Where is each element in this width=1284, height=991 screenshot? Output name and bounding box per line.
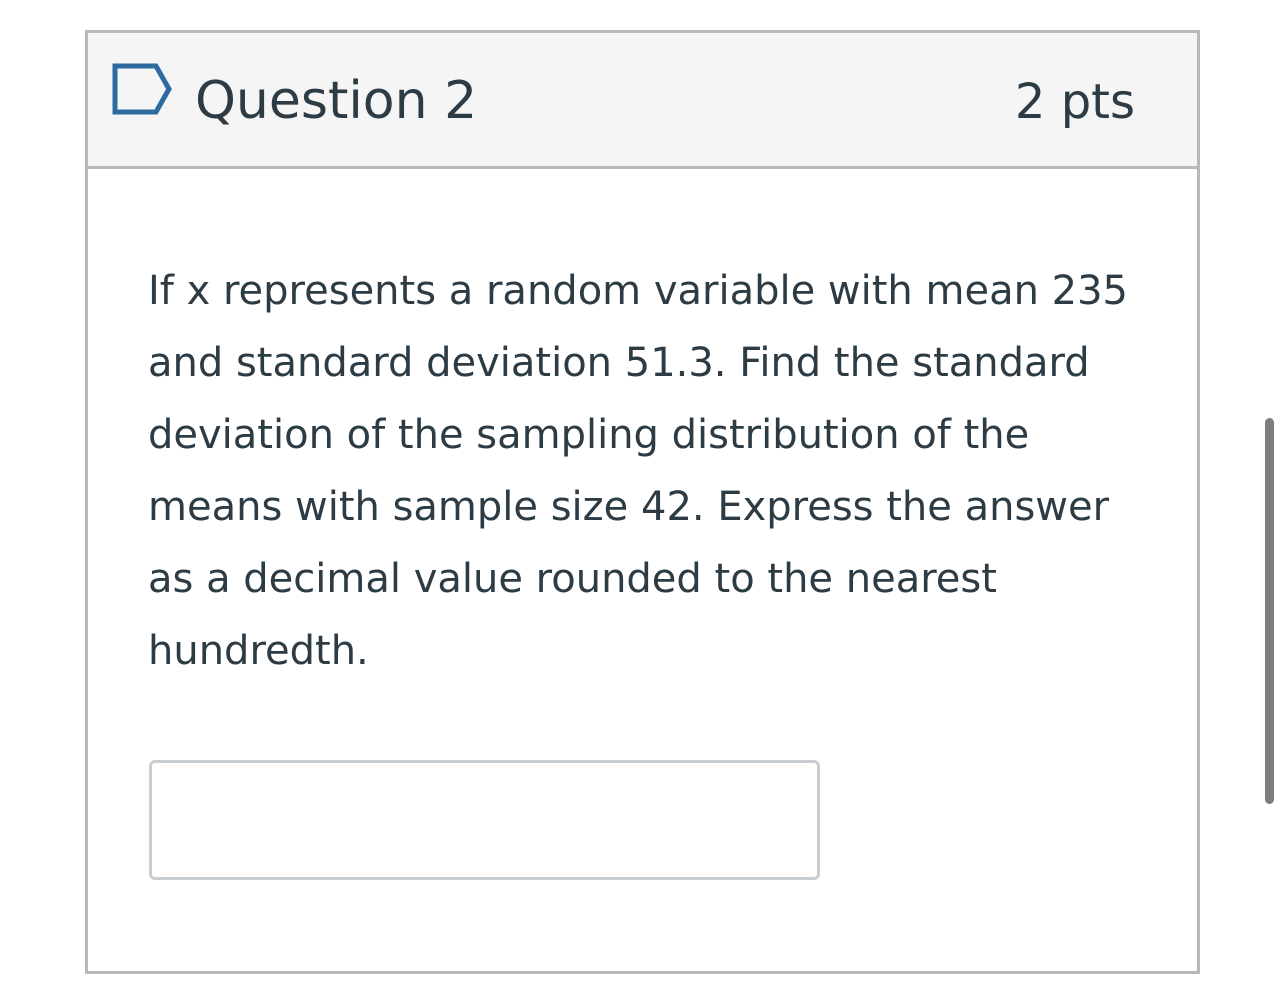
answer-input[interactable] [149, 760, 820, 880]
question-header: Question 2 2 pts [88, 33, 1197, 169]
question-title: Question 2 [195, 71, 478, 131]
flag-question-icon[interactable] [112, 63, 172, 115]
question-text: If x represents a random variable with m… [148, 268, 1128, 674]
question-card: Question 2 2 pts If x represents a rando… [85, 30, 1200, 974]
scrollbar-thumb[interactable] [1265, 418, 1274, 804]
question-points: 2 pts [1014, 74, 1135, 130]
